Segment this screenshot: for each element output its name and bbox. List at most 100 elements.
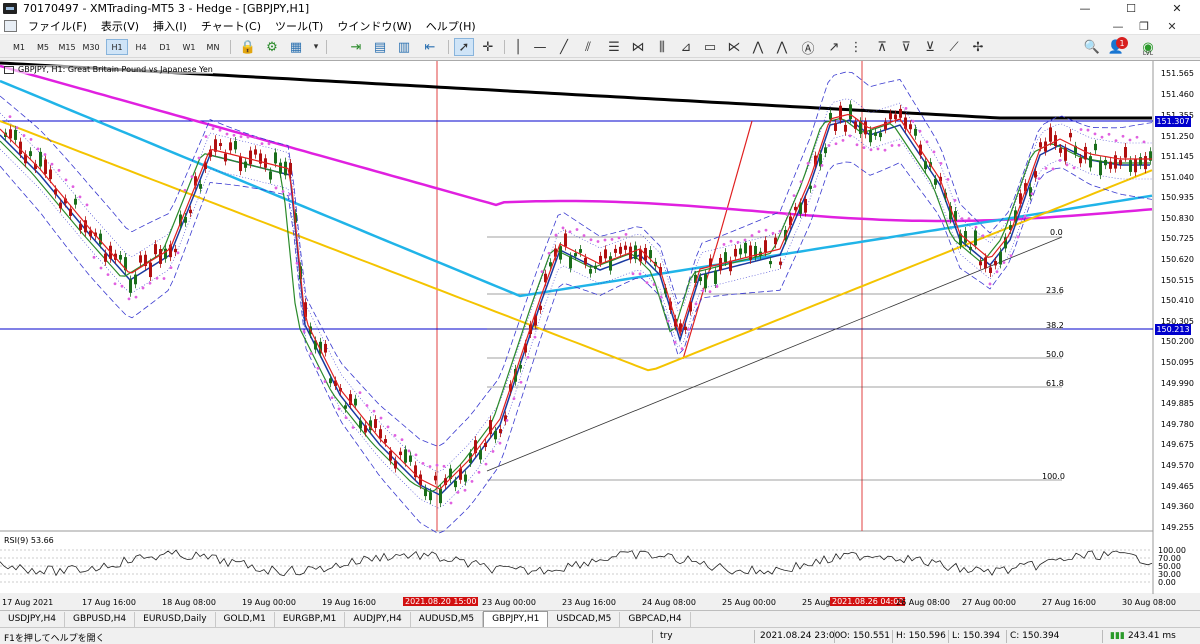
menu-chart[interactable]: チャート(C) (194, 18, 268, 34)
menu-view[interactable]: 表示(V) (94, 18, 146, 34)
menu-insert[interactable]: 挿入(I) (146, 18, 194, 34)
elliott-correction-icon[interactable]: Ⓐ (798, 38, 818, 57)
fibo-time-icon[interactable]: ⊼ (872, 38, 892, 56)
parabolic-sar-dot (246, 135, 250, 139)
chevron-down-icon[interactable]: ▾ (306, 38, 326, 56)
moving-average-yellow (0, 120, 1153, 372)
tab-eurusd-daily[interactable]: EURUSD,Daily (135, 611, 216, 627)
child-minimize-button[interactable]: — (1108, 18, 1128, 34)
candle-body (149, 262, 152, 278)
chart-type-icon[interactable]: ▦ (286, 38, 306, 56)
parabolic-sar-dot (820, 163, 824, 167)
close-button[interactable]: ✕ (1154, 0, 1200, 17)
time-label: 19 Aug 16:00 (322, 598, 376, 607)
price-tick: 149.570 (1160, 461, 1194, 470)
candle-body (979, 261, 982, 266)
indicators-icon[interactable]: ⚙ (262, 38, 282, 56)
menu-tools[interactable]: ツール(T) (268, 18, 330, 34)
autoscroll-icon[interactable]: ⇥ (346, 38, 366, 56)
tab-gbpusd-h4[interactable]: GBPUSD,H4 (65, 611, 136, 627)
chart-canvas[interactable] (0, 61, 1200, 594)
timeframe-h1[interactable]: H1 (106, 39, 128, 55)
rectangle-icon[interactable]: ▭ (700, 38, 720, 56)
text-icon[interactable]: ⟋ (944, 38, 964, 56)
timeframe-m30[interactable]: M30 (80, 39, 102, 55)
vline-time-label[interactable]: 2021.08.20 15:00 (403, 597, 479, 606)
pitchfork-icon[interactable]: ⋉ (724, 38, 744, 56)
price-tick: 150.935 (1160, 193, 1194, 202)
vertical-dotted-icon[interactable]: ⋮ (846, 38, 866, 56)
fibonacci-icon[interactable]: ☰ (604, 38, 624, 56)
trendline-icon[interactable]: ╱ (554, 38, 574, 56)
fibo-fan-icon[interactable]: ⊿ (676, 38, 696, 56)
bars-icon[interactable]: ▥ (394, 38, 414, 56)
search-icon[interactable]: 🔍 (1082, 38, 1102, 56)
candles-icon[interactable]: ⇤ (420, 38, 440, 56)
candle-body (734, 248, 737, 257)
fibo-channel-icon[interactable]: ⊻ (920, 38, 940, 56)
candle-body (1079, 157, 1082, 164)
channel-icon[interactable]: ⫽ (578, 38, 598, 56)
crosshair-icon[interactable]: ✛ (478, 38, 498, 56)
tab-eurgbp-m1[interactable]: EURGBP,M1 (275, 611, 346, 627)
time-label: 27 Aug 00:00 (962, 598, 1016, 607)
arrow-icon[interactable]: ↗ (824, 38, 844, 56)
price-chart[interactable]: GBPJPY, H1: Great Britain Pound vs Japan… (0, 60, 1200, 594)
menu-file[interactable]: ファイル(F) (21, 18, 94, 34)
timeframe-h4[interactable]: H4 (130, 39, 152, 55)
candle-body (364, 425, 367, 433)
candle-body (44, 159, 47, 174)
candle-body (229, 142, 232, 151)
vline-time-label[interactable]: 2021.08.26 04:00 (830, 597, 906, 606)
chart-window-icon[interactable] (4, 19, 17, 32)
tab-usdjpy-h4[interactable]: USDJPY,H4 (0, 611, 65, 627)
timeframe-m15[interactable]: M15 (56, 39, 78, 55)
cycle-lines-icon[interactable]: ⫼ (652, 38, 672, 56)
elliott-icon[interactable]: ⋀ (748, 38, 768, 56)
tab-audjpy-h4[interactable]: AUDJPY,H4 (345, 611, 411, 627)
candle-body (324, 343, 327, 353)
hline-price-label[interactable]: 151.307 (1155, 116, 1191, 127)
price-tick: 149.360 (1160, 502, 1194, 511)
parabolic-sar-dot (757, 230, 761, 234)
horizontal-line-icon[interactable]: — (530, 38, 550, 56)
parabolic-sar-dot (1023, 214, 1027, 218)
cursor-icon[interactable]: ➚ (454, 38, 474, 56)
elliott-impulse-icon[interactable]: ⋀ (772, 38, 792, 56)
timeframe-w1[interactable]: W1 (178, 39, 200, 55)
parabolic-sar-dot (344, 416, 348, 420)
parabolic-sar-dot (505, 418, 509, 422)
maximize-button[interactable]: ☐ (1108, 0, 1154, 17)
candle-body (604, 249, 607, 259)
more-icon[interactable]: ✢ (968, 38, 988, 56)
hline-price-label[interactable]: 150.213 (1155, 324, 1191, 335)
timeframe-d1[interactable]: D1 (154, 39, 176, 55)
notification-badge[interactable]: 1 (1116, 37, 1128, 49)
candle-body (1134, 158, 1137, 173)
timeframe-mn[interactable]: MN (202, 39, 224, 55)
tab-gbpjpy-h1[interactable]: GBPJPY,H1 (483, 611, 549, 627)
menu-window[interactable]: ウインドウ(W) (330, 18, 418, 34)
chart-tabs: USDJPY,H4 GBPUSD,H4 EURUSD,Daily GOLD,M1… (0, 610, 1200, 627)
minimize-button[interactable]: — (1062, 0, 1108, 17)
tab-usdcad-m5[interactable]: USDCAD,M5 (548, 611, 621, 627)
chart-shift-icon[interactable]: ▤ (370, 38, 390, 56)
child-restore-button[interactable]: ❐ (1134, 18, 1154, 34)
timeframe-m1[interactable]: M1 (8, 39, 30, 55)
child-close-button[interactable]: ✕ (1162, 18, 1182, 34)
tab-gold-m1[interactable]: GOLD,M1 (216, 611, 275, 627)
menu-help[interactable]: ヘルプ(H) (419, 18, 483, 34)
signal-label: LVL (1142, 49, 1154, 57)
parabolic-sar-dot (617, 236, 621, 240)
fibo-arc-icon[interactable]: ⊽ (896, 38, 916, 56)
gann-icon[interactable]: ⋈ (628, 38, 648, 56)
algo-trading-icon[interactable]: 🔒 (238, 38, 258, 56)
parabolic-sar-dot (379, 416, 383, 420)
price-tick: 151.145 (1160, 152, 1194, 161)
parabolic-sar-dot (309, 352, 313, 355)
parabolic-sar-dot (743, 238, 747, 242)
vertical-line-icon[interactable]: │ (508, 38, 528, 56)
tab-audusd-m5[interactable]: AUDUSD,M5 (411, 611, 484, 627)
tab-gbpcad-h4[interactable]: GBPCAD,H4 (620, 611, 691, 627)
timeframe-m5[interactable]: M5 (32, 39, 54, 55)
